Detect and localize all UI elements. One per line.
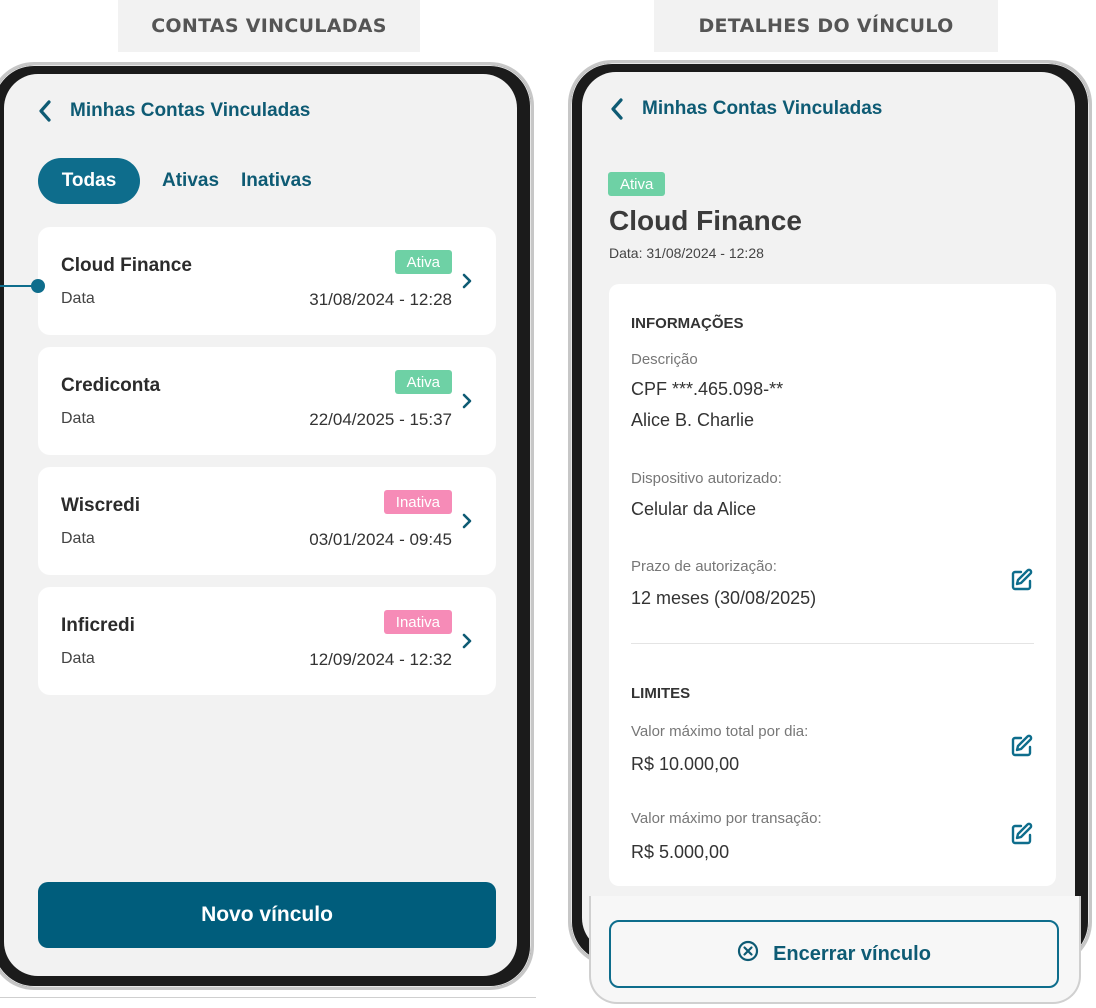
account-card[interactable]: Crediconta Ativa Data 22/04/2025 - 15:37 [38,347,496,455]
chevron-right-icon [462,513,472,534]
connector-dot [31,279,45,293]
description-label: Descrição [631,351,698,368]
date-label: Data [61,410,95,427]
left-header: Minhas Contas Vinculadas [38,100,310,122]
tab-inativas[interactable]: Inativas [241,170,312,192]
status-badge: Ativa [394,250,452,274]
right-column-title: DETALHES DO VÍNCULO [654,0,998,52]
filter-tabs: Todas Ativas Inativas [38,158,312,204]
daily-limit-label: Valor máximo total por dia: [631,723,809,740]
new-link-button[interactable]: Novo vínculo [38,882,496,948]
limits-heading: LIMITES [631,685,691,702]
edit-daily-limit-icon[interactable] [1010,734,1034,763]
account-date: 12/09/2024 - 12:32 [309,650,452,669]
per-transaction-value: R$ 5.000,00 [631,842,730,862]
tab-ativas[interactable]: Ativas [162,170,219,192]
account-name: Inficredi [61,615,135,636]
chevron-right-icon [462,633,472,654]
device-label: Dispositivo autorizado: [631,470,782,487]
divider [0,997,536,998]
status-badge: Ativa [608,172,666,196]
account-date: 22/04/2025 - 15:37 [309,410,452,429]
chevron-left-icon[interactable] [610,98,624,120]
page-title: Cloud Finance [609,205,802,236]
term-label: Prazo de autorização: [631,558,777,575]
end-link-label: Encerrar vínculo [773,942,931,965]
date-label: Data [61,290,95,307]
details-card: INFORMAÇÕES Descrição CPF ***.465.098-**… [609,284,1056,886]
chevron-right-icon [462,273,472,294]
account-card[interactable]: Cloud Finance Ativa Data 31/08/2024 - 12… [38,227,496,335]
status-badge: Inativa [383,610,452,634]
daily-limit-value: R$ 10.000,00 [631,754,740,774]
edit-term-icon[interactable] [1010,568,1034,597]
term-value: 12 meses (30/08/2025) [631,588,817,608]
chevron-left-icon[interactable] [38,100,52,122]
close-circle-icon [737,940,759,968]
section-divider [631,643,1034,644]
header-title: Minhas Contas Vinculadas [642,98,883,119]
status-badge: Inativa [383,490,452,514]
link-date: Data: 31/08/2024 - 12:28 [609,245,764,261]
right-header: Minhas Contas Vinculadas [610,98,882,120]
account-card[interactable]: Inficredi Inativa Data 12/09/2024 - 12:3… [38,587,496,695]
account-date: 03/01/2024 - 09:45 [309,530,452,549]
chevron-right-icon [462,393,472,414]
left-column-title: CONTAS VINCULADAS [118,0,420,52]
holder-value: Alice B. Charlie [631,410,755,430]
account-name: Wiscredi [61,495,141,516]
account-date: 31/08/2024 - 12:28 [309,290,452,309]
cpf-value: CPF ***.465.098-** [631,379,784,399]
header-title: Minhas Contas Vinculadas [70,100,311,121]
status-badge: Ativa [394,370,452,394]
date-label: Data [61,650,95,667]
tab-todas[interactable]: Todas [38,158,140,204]
edit-per-transaction-icon[interactable] [1010,822,1034,851]
account-name: Cloud Finance [61,255,192,276]
date-label: Data [61,530,95,547]
device-value: Celular da Alice [631,499,757,519]
info-heading: INFORMAÇÕES [631,315,744,332]
account-card[interactable]: Wiscredi Inativa Data 03/01/2024 - 09:45 [38,467,496,575]
per-transaction-label: Valor máximo por transação: [631,810,822,827]
account-name: Crediconta [61,375,161,396]
end-link-button[interactable]: Encerrar vínculo [609,920,1059,988]
